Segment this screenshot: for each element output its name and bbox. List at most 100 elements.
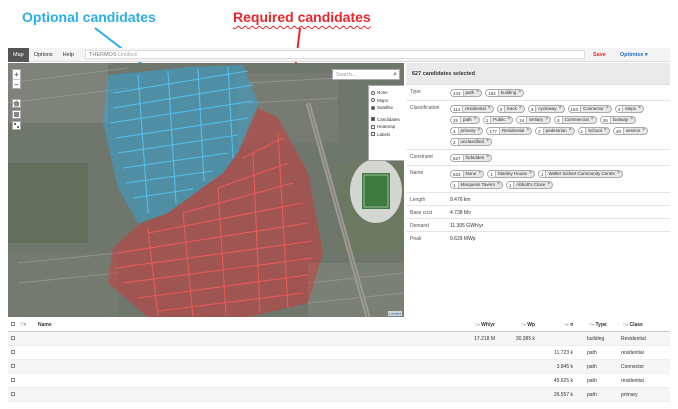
zoom-out-button[interactable]: − [13,79,20,89]
draw-polygon-icon[interactable] [12,99,21,108]
row-checkbox[interactable] [8,335,20,342]
basemap-option-maps[interactable]: Maps [371,97,403,105]
chip-label: forbidden [465,155,485,160]
radio-button[interactable] [371,105,375,110]
demand-value: 11.305 GWh/yr [450,223,484,229]
remove-chip-icon[interactable]: × [591,117,596,123]
map-attribution[interactable]: Leaflet [387,311,402,316]
select-tool-icon[interactable] [12,121,21,130]
column-wp[interactable]: ▽▾ Wp [495,322,535,328]
select-all-checkbox[interactable] [8,322,20,328]
chip-label: pedestrian [545,128,567,133]
overlay-heatmap[interactable]: Heatmap [371,123,403,131]
table-row[interactable]: 11.723 k path residential [8,346,670,360]
row-checkbox[interactable] [8,391,20,398]
cell-wh: 17.218 M [474,335,495,342]
table-row[interactable]: 3.845 k path Connector [8,360,670,374]
remove-chip-icon[interactable]: × [518,90,523,96]
radio-button[interactable] [371,98,375,103]
checkbox[interactable] [371,117,375,122]
cell-class: Residential [621,335,646,342]
column-name[interactable]: Name [38,322,435,328]
optimise-button[interactable]: Optimise ▾ [620,52,648,58]
remove-chip-icon[interactable]: × [519,106,524,112]
remove-chip-icon[interactable]: × [630,117,635,123]
remove-chip-icon[interactable]: × [488,106,493,112]
column-cost[interactable]: ▽▾ ¤ [535,322,573,328]
remove-chip-icon[interactable]: × [478,171,483,177]
tab-options[interactable]: Options [29,48,58,62]
map-view[interactable]: + − Search... ⌕ None Maps Satellite Cand… [8,63,404,317]
cell-type: path [587,363,597,370]
selection-panel: 627 candidates selected Type 443 path × 184… [406,63,670,317]
filter-icon[interactable]: ▽▾ [20,322,38,328]
remove-chip-icon[interactable]: × [476,90,481,96]
chip-label: Abbott's Close [516,182,546,187]
demand-row: Demand 11.305 GWh/yr [406,219,670,232]
name-chips: 623 None × 1 Stanley House × 1 Walter Sickert C… [450,168,670,190]
filter-chip: 1 Abbott's Close × [505,180,554,189]
remove-chip-icon[interactable]: × [547,182,552,188]
caret-down-icon: ▾ [644,51,648,58]
remove-chip-icon[interactable]: × [474,117,479,123]
remove-chip-icon[interactable]: × [529,171,534,177]
remove-chip-icon[interactable]: × [617,171,622,177]
map-search-input[interactable]: Search... ⌕ [332,69,400,80]
optimise-label: Optimise [619,51,644,58]
remove-chip-icon[interactable]: × [606,106,611,112]
chip-count: 3 [528,105,537,112]
remove-chip-icon[interactable]: × [486,155,491,161]
remove-chip-icon[interactable]: × [478,128,483,134]
remove-chip-icon[interactable]: × [545,117,550,123]
type-row: Type 443 path × 184 building × [406,85,670,101]
row-checkbox[interactable] [8,363,20,370]
basemap-option-satellite[interactable]: Satellite [371,104,403,112]
cell-cost: 11.723 k [554,349,573,356]
project-title-field[interactable]: THERMOS Untitled [84,50,585,59]
table-row[interactable]: 26.557 k path primary [8,388,670,402]
column-type[interactable]: ▽▾ Type [573,322,613,328]
overlay-candidates[interactable]: Candidates [371,116,403,124]
table-header: ▽▾ Name ▽▾ Wh/yr ▽▾ Wp ▽▾ ¤ ▽▾ Type ▽▾ C… [8,319,670,332]
remove-chip-icon[interactable]: × [526,128,531,134]
filter-chip: 1 Marquess Tavern × [450,180,503,189]
checkbox[interactable] [371,132,375,137]
table-row[interactable]: 17.218 M 30.385 k building Residential [8,332,670,346]
remove-chip-icon[interactable]: × [569,128,574,134]
filter-chip: 3 cycleway × [527,104,565,113]
filter-chip: 2 unclassified × [450,137,492,146]
remove-chip-icon[interactable]: × [497,182,502,188]
row-checkbox[interactable] [8,349,20,356]
remove-chip-icon[interactable]: × [642,128,647,134]
save-button[interactable]: Save [593,52,606,58]
zoom-in-button[interactable]: + [13,70,20,79]
table-row[interactable]: 45.625 k path residential [8,374,670,388]
tab-map[interactable]: Map [8,47,29,62]
layer-control: None Maps Satellite Candidates Heatmap L… [368,85,404,161]
remove-chip-icon[interactable]: × [604,128,609,134]
radio-button[interactable] [371,90,375,95]
column-wh[interactable]: ▽▾ Wh/yr [435,322,495,328]
search-icon[interactable]: ⌕ [393,70,397,80]
remove-chip-icon[interactable]: × [486,139,491,145]
name-label: Name [410,170,424,176]
cell-class: residential [621,349,644,356]
chip-label: path [465,90,475,95]
chip-label: primary [460,128,476,133]
tab-help[interactable]: Help [58,48,79,62]
basemap-option-none[interactable]: None [371,89,403,97]
overlay-labels[interactable]: Labels [371,131,403,139]
chip-label: service [625,128,641,133]
remove-chip-icon[interactable]: × [638,106,643,112]
cell-cost: 45.625 k [553,377,573,384]
chip-label: footway [612,117,629,122]
remove-chip-icon[interactable]: × [507,117,512,123]
column-class[interactable]: ▽▾ Class [613,322,663,328]
base-cost-row: Base cost 4.738 M¤ [406,206,670,219]
remove-chip-icon[interactable]: × [559,106,564,112]
filter-chip: 627 forbidden × [450,153,493,162]
draw-rectangle-icon[interactable] [12,110,21,119]
checkbox[interactable] [371,124,375,129]
row-checkbox[interactable] [8,377,20,384]
cell-wp: 30.385 k [515,335,535,342]
